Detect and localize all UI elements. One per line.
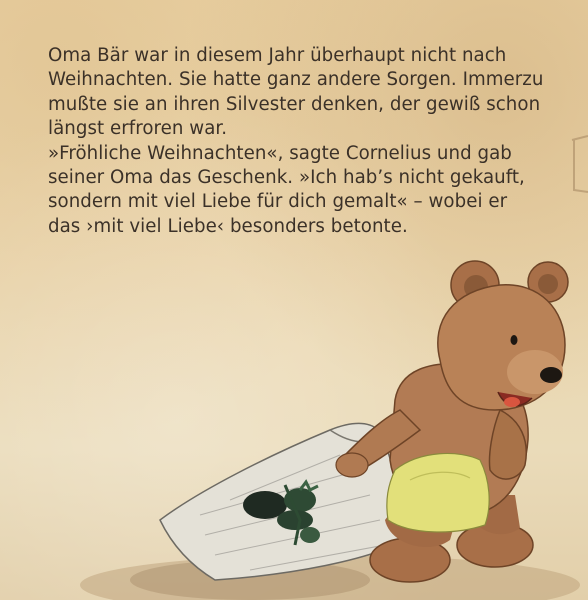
edge-sketch	[571, 135, 588, 193]
bear-muzzle	[507, 350, 563, 394]
bear-head	[437, 284, 566, 411]
story-line: das ›mit viel Liebe‹ besonders betonte.	[48, 215, 408, 237]
story-text: Oma Bär war in diesem Jahr überhaupt nic…	[48, 44, 548, 239]
story-line: längst erfroren war.	[48, 118, 228, 140]
bear-body	[389, 363, 529, 517]
bear-ear-left-inner	[464, 275, 488, 299]
bear-ear-left	[450, 260, 500, 310]
bear-foot-left	[369, 537, 451, 583]
story-line: Weihnachten. Sie hatte ganz andere Sorge…	[48, 69, 544, 91]
story-line: seiner Oma das Geschenk. »Ich hab’s nich…	[48, 167, 525, 189]
storybook-page: Oma Bär war in diesem Jahr überhaupt nic…	[0, 0, 588, 600]
shirt-fold	[409, 471, 471, 481]
bear-arm-right	[488, 408, 527, 480]
ground-shadow-dark	[130, 560, 370, 600]
bear-foot-right	[456, 522, 534, 568]
bear-shirt	[386, 452, 490, 533]
story-line: Oma Bär war in diesem Jahr überhaupt nic…	[48, 45, 507, 66]
bear-leg-left	[385, 500, 460, 548]
bear-leg-right	[470, 495, 520, 535]
bear-eye	[510, 335, 518, 345]
painted-plant	[243, 479, 320, 546]
bear-nose	[540, 367, 562, 383]
bear-ear-right	[527, 261, 569, 303]
bear-ear-right-inner	[538, 274, 558, 294]
story-line: mußte sie an ihren Silvester denken, der…	[48, 93, 541, 115]
bear-paw-left	[335, 452, 369, 478]
bear-arm-left	[341, 409, 422, 474]
story-line: »Fröhliche Weihnachten«, sagte Cornelius…	[48, 142, 512, 164]
bear-tongue	[504, 397, 520, 407]
painting-paper	[159, 422, 406, 581]
ground-shadow	[80, 555, 580, 600]
painting-curl	[329, 429, 376, 443]
painting-texture	[199, 454, 386, 571]
bear-mouth	[497, 391, 533, 407]
story-line: sondern mit viel Liebe für dich gemalt« …	[48, 191, 508, 213]
